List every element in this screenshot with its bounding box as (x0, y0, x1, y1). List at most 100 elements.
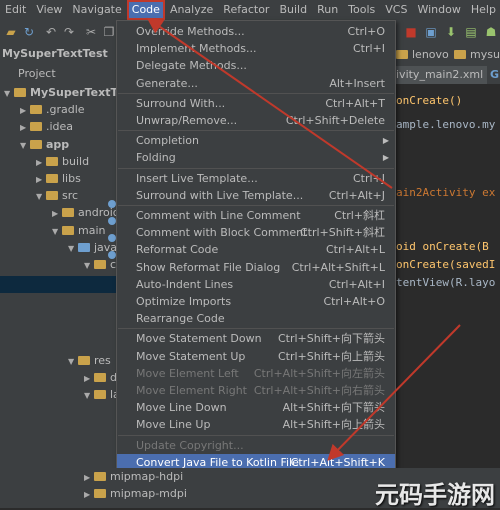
expanded-arrow-icon[interactable]: ▼ (68, 353, 78, 370)
collapsed-arrow-icon[interactable]: ▶ (52, 205, 62, 222)
tree-item-label: .gradle (46, 103, 85, 117)
menu-item-move-statement-down[interactable]: Move Statement Down Ctrl+Shift+向下箭头 (117, 330, 395, 347)
menu-navigate[interactable]: Navigate (67, 0, 126, 20)
expanded-arrow-icon[interactable]: ▼ (20, 137, 30, 154)
menu-item-reformat-code[interactable]: Reformat Code Ctrl+Alt+L (117, 241, 395, 258)
class-file-icon[interactable] (108, 196, 116, 213)
collapsed-arrow-icon[interactable]: ▶ (20, 119, 30, 136)
tree-item[interactable]: ▶ .idea (20, 118, 73, 135)
redo-icon[interactable]: ↷ (62, 25, 76, 39)
folder-open-icon[interactable]: ▰ (4, 25, 18, 39)
menu-item-auto-indent-lines[interactable]: Auto-Indent Lines Ctrl+Alt+I (117, 276, 395, 293)
menu-code[interactable]: Code (126, 0, 165, 20)
menu-item-shortcut: Ctrl+Alt+Shift+向左箭头 (253, 366, 385, 380)
avd-manager-icon[interactable]: ▤ (464, 25, 478, 39)
tree-item[interactable]: ▶ d (84, 369, 116, 386)
menu-build[interactable]: Build (274, 0, 312, 20)
tree-item[interactable]: ▶ android (52, 204, 116, 221)
menu-item-surround-with[interactable]: Surround With... Ctrl+Alt+T (117, 95, 395, 112)
android-icon[interactable]: ☗ (484, 25, 498, 39)
project-panel-title[interactable]: Project (18, 67, 56, 80)
menu-item-move-statement-up[interactable]: Move Statement Up Ctrl+Shift+向上箭头 (117, 348, 395, 365)
menu-item-rearrange-code[interactable]: Rearrange Code (117, 310, 395, 327)
class-file-icon[interactable] (108, 247, 116, 264)
folder-icon (78, 242, 90, 252)
copy-icon[interactable]: ❐ (102, 25, 116, 39)
menu-item-move-line-up[interactable]: Move Line Up Alt+Shift+向上箭头 (117, 416, 395, 433)
menu-item-comment-with-line-comment[interactable]: Comment with Line Comment Ctrl+斜杠 (117, 207, 395, 224)
tree-item[interactable]: ▼ app (20, 136, 69, 153)
folder-icon (94, 390, 106, 399)
expanded-arrow-icon[interactable]: ▼ (68, 240, 78, 257)
menu-item-label: Auto-Indent Lines (136, 277, 234, 291)
tab-kotlin-file[interactable]: G (490, 66, 499, 84)
menu-item-completion[interactable]: Completion ▶ (117, 132, 395, 149)
menu-view[interactable]: View (31, 0, 67, 20)
code-editor[interactable]: onCreate() ample.lenovo.my ain2Activity ex… (396, 84, 500, 508)
tab-lenovo[interactable]: lenovo (396, 46, 449, 64)
menu-help[interactable]: Help (466, 0, 500, 20)
tree-item[interactable]: ▼ src (36, 187, 78, 204)
tree-item[interactable]: ▶ mipmap-hdpi (84, 468, 183, 485)
menu-item-generate[interactable]: Generate... Alt+Insert (117, 75, 395, 92)
collapsed-arrow-icon[interactable]: ▶ (84, 370, 94, 387)
tree-item[interactable]: ▶ build (36, 153, 89, 170)
sdk-manager-icon[interactable]: ⬇ (444, 25, 458, 39)
menu-vcs[interactable]: VCS (380, 0, 412, 20)
stop-icon[interactable]: ■ (404, 25, 418, 39)
menu-item-move-line-down[interactable]: Move Line Down Alt+Shift+向下箭头 (117, 399, 395, 416)
tree-item[interactable]: ▼ MySuperTextTest (4, 84, 116, 101)
class-file-icon[interactable] (108, 213, 116, 230)
tree-item[interactable]: ▶ .gradle (20, 101, 85, 118)
expanded-arrow-icon[interactable]: ▼ (84, 387, 94, 404)
menu-window[interactable]: Window (412, 0, 465, 20)
code-line: ain2Activity ex (396, 186, 496, 199)
class-file-icon[interactable] (108, 230, 116, 247)
selected-tree-row[interactable] (0, 276, 116, 293)
tree-item[interactable]: ▶ mipmap-mdpi (84, 485, 187, 502)
breadcrumb-project[interactable]: MySuperTextTest (2, 47, 108, 60)
tree-item[interactable]: ▼ main (52, 222, 105, 239)
tree-item[interactable]: ▼ res (68, 352, 111, 369)
menu-refactor[interactable]: Refactor (218, 0, 274, 20)
menu-item-folding[interactable]: Folding ▶ (117, 149, 395, 166)
tree-item-label: res (94, 354, 111, 367)
watermark-text: 元码手游网 (375, 481, 495, 509)
expanded-arrow-icon[interactable]: ▼ (52, 223, 62, 240)
menu-item-optimize-imports[interactable]: Optimize Imports Ctrl+Alt+O (117, 293, 395, 310)
menu-item-show-reformat-file-dialog[interactable]: Show Reformat File Dialog Ctrl+Alt+Shift+… (117, 259, 395, 276)
expanded-arrow-icon[interactable]: ▼ (36, 188, 46, 205)
menu-item-label: Move Line Down (136, 401, 227, 415)
expanded-arrow-icon[interactable]: ▼ (84, 257, 94, 274)
menu-item-comment-with-block-comment[interactable]: Comment with Block Comment Ctrl+Shift+斜杠 (117, 224, 395, 241)
tab-mysupe[interactable]: mysupe (454, 46, 500, 64)
menu-tools[interactable]: Tools (343, 0, 380, 20)
collapsed-arrow-icon[interactable]: ▶ (36, 154, 46, 171)
menu-item-label: Move Statement Up (136, 349, 246, 363)
menu-item-insert-live-template[interactable]: Insert Live Template... Ctrl+J (117, 170, 395, 187)
tree-item-label: libs (62, 172, 81, 185)
menu-item-label: Comment with Block Comment (136, 226, 308, 240)
undo-icon[interactable]: ↶ (44, 25, 58, 39)
sync-icon[interactable]: ↻ (22, 25, 36, 39)
collapsed-arrow-icon[interactable]: ▶ (84, 486, 94, 503)
device-icon[interactable]: ▣ (424, 25, 438, 39)
collapsed-arrow-icon[interactable]: ▶ (20, 102, 30, 119)
menu-item-override-methods[interactable]: Override Methods... Ctrl+O (117, 23, 395, 40)
collapsed-arrow-icon[interactable]: ▶ (36, 171, 46, 188)
menu-item-unwrap-remove[interactable]: Unwrap/Remove... Ctrl+Shift+Delete (117, 112, 395, 129)
menu-item-delegate-methods[interactable]: Delegate Methods... (117, 57, 395, 74)
tree-item[interactable]: ▶ libs (36, 170, 81, 187)
tab-activity-main2-xml[interactable]: ivity_main2.xml (396, 66, 488, 84)
menu-run[interactable]: Run (312, 0, 343, 20)
menu-edit[interactable]: Edit (0, 0, 31, 20)
menu-item-implement-methods[interactable]: Implement Methods... Ctrl+I (117, 40, 395, 57)
cut-icon[interactable]: ✂ (84, 25, 98, 39)
menu-analyze[interactable]: Analyze (165, 0, 218, 20)
tree-item[interactable]: ▼la (84, 386, 116, 403)
tree-item-label: mipmap-mdpi (110, 487, 187, 500)
expanded-arrow-icon[interactable]: ▼ (4, 85, 14, 102)
menu-item-surround-with-live-template[interactable]: Surround with Live Template... Ctrl+Alt+J (117, 187, 395, 204)
collapsed-arrow-icon[interactable]: ▶ (84, 469, 94, 486)
menu-separator (118, 434, 394, 436)
